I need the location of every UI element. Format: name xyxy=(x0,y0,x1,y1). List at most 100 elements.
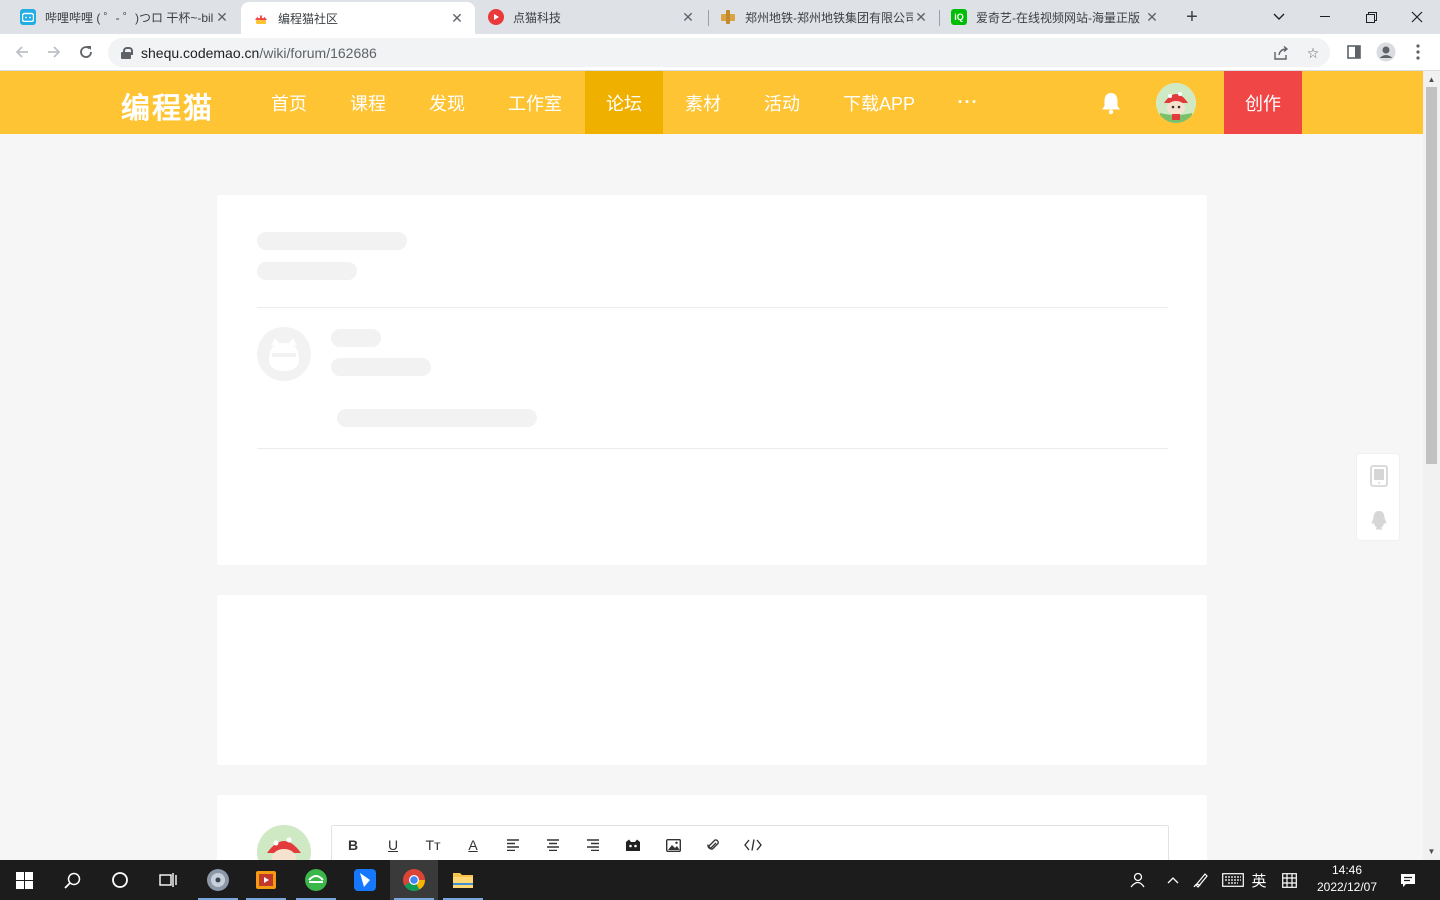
notifications-icon[interactable] xyxy=(1396,860,1420,900)
site-header: 编程猫 首页 课程 发现 工作室 论坛 素材 活动 下载APP ··· xyxy=(0,71,1423,134)
tab-iqiyi[interactable]: iQ 爱奇艺-在线视频网站-海量正版 ✕ xyxy=(939,0,1170,34)
create-button[interactable]: 创作 xyxy=(1224,71,1302,134)
avatar-placeholder-icon xyxy=(257,327,311,381)
content-skeleton xyxy=(337,409,537,427)
divider xyxy=(257,307,1168,308)
browser-toolbar: shequ.codemao.cn/wiki/forum/162686 ☆ xyxy=(0,34,1440,71)
close-tab-icon[interactable]: ✕ xyxy=(214,9,230,25)
chrome-icon xyxy=(403,869,425,891)
system-clock[interactable]: 14:46 2022/12/07 xyxy=(1305,862,1389,898)
tab-bilibili[interactable]: 哔哩哔哩 ( ゜- ゜)つロ 干杯~-bil ✕ xyxy=(8,0,240,34)
nav-courses[interactable]: 课程 xyxy=(329,71,407,134)
bold-button[interactable]: B xyxy=(342,834,364,856)
taskbar-app-chrome[interactable] xyxy=(390,860,438,900)
align-center-icon[interactable] xyxy=(542,834,564,856)
bilibili-icon xyxy=(20,9,36,25)
start-button[interactable] xyxy=(0,860,48,900)
taskbar-app-explorer[interactable] xyxy=(439,860,487,900)
qq-penguin-icon[interactable] xyxy=(1370,510,1388,530)
tablet-icon[interactable] xyxy=(1370,465,1388,487)
share-icon[interactable] xyxy=(1273,45,1289,61)
cat-emoji-icon[interactable] xyxy=(622,834,644,856)
url-text: shequ.codemao.cn/wiki/forum/162686 xyxy=(141,45,377,61)
close-tab-icon[interactable]: ✕ xyxy=(913,9,929,25)
underline-button[interactable]: U xyxy=(382,834,404,856)
new-tab-button[interactable]: + xyxy=(1180,5,1204,29)
address-bar[interactable]: shequ.codemao.cn/wiki/forum/162686 ☆ xyxy=(108,38,1330,67)
font-color-button[interactable]: A xyxy=(462,834,484,856)
people-icon[interactable] xyxy=(1124,860,1150,900)
side-panel-icon[interactable] xyxy=(1342,40,1366,64)
close-tab-icon[interactable]: ✕ xyxy=(680,9,696,25)
nav-studio[interactable]: 工作室 xyxy=(496,71,574,134)
attachment-icon[interactable] xyxy=(702,834,724,856)
nav-activities[interactable]: 活动 xyxy=(743,71,821,134)
bookmark-star-icon[interactable]: ☆ xyxy=(1305,45,1321,61)
image-icon[interactable] xyxy=(662,834,684,856)
replies-card-skeleton xyxy=(217,595,1207,765)
taskbar-app-360[interactable] xyxy=(292,860,340,900)
nav-materials[interactable]: 素材 xyxy=(664,71,742,134)
search-button[interactable] xyxy=(48,860,96,900)
task-view-button[interactable] xyxy=(144,860,192,900)
arrow-right-icon xyxy=(48,46,61,58)
close-window-button[interactable] xyxy=(1394,0,1440,34)
search-icon xyxy=(63,872,80,889)
menu-kebab-icon[interactable] xyxy=(1406,40,1430,64)
align-right-icon[interactable] xyxy=(582,834,604,856)
profile-icon[interactable] xyxy=(1374,40,1398,64)
back-button[interactable] xyxy=(9,39,35,65)
ime-language[interactable]: 英 xyxy=(1248,860,1270,900)
pen-icon[interactable] xyxy=(1190,860,1212,900)
forward-button[interactable] xyxy=(41,39,67,65)
windows-taskbar: 英 14:46 2022/12/07 xyxy=(0,860,1440,900)
chevron-down-icon xyxy=(1273,13,1285,20)
code-icon[interactable] xyxy=(742,834,764,856)
restore-button[interactable] xyxy=(1348,0,1394,34)
tab-title: 点猫科技 xyxy=(513,10,562,25)
cortana-circle-icon xyxy=(112,872,128,888)
user-avatar[interactable] xyxy=(1156,83,1196,123)
diancat-icon xyxy=(488,9,504,25)
rich-text-toolbar: B U Tт A xyxy=(331,825,1169,865)
keyboard-icon[interactable] xyxy=(1220,860,1246,900)
tab-zzmetro[interactable]: 郑州地铁-郑州地铁集团有限公司 ✕ xyxy=(708,0,939,34)
tab-codemao[interactable]: 编程猫社区 ✕ xyxy=(241,2,475,34)
nav-more-icon[interactable]: ··· xyxy=(944,71,992,134)
nav-forum[interactable]: 论坛 xyxy=(585,71,663,134)
nav-download-app[interactable]: 下载APP xyxy=(833,71,925,134)
site-logo[interactable]: 编程猫 xyxy=(121,85,214,127)
bell-icon[interactable] xyxy=(1100,91,1122,115)
feishu-icon xyxy=(354,869,376,891)
taskbar-app-player[interactable] xyxy=(242,860,290,900)
reload-button[interactable] xyxy=(73,39,99,65)
tab-diancat[interactable]: 点猫科技 ✕ xyxy=(476,0,706,34)
ime-mode-icon[interactable] xyxy=(1278,860,1300,900)
floating-side-bar xyxy=(1356,453,1400,541)
taskbar-app-disc[interactable] xyxy=(194,860,242,900)
disc-app-icon xyxy=(207,869,229,891)
media-player-icon xyxy=(256,871,276,889)
close-tab-icon[interactable]: ✕ xyxy=(449,10,465,26)
subtitle-skeleton xyxy=(257,262,357,280)
iqiyi-icon: iQ xyxy=(951,9,967,25)
font-size-button[interactable]: Tт xyxy=(422,834,444,856)
title-skeleton xyxy=(257,232,407,250)
align-left-icon[interactable] xyxy=(502,834,524,856)
tab-search-button[interactable] xyxy=(1256,0,1302,34)
tray-chevron-up-icon[interactable] xyxy=(1162,860,1184,900)
scroll-up-icon[interactable]: ▲ xyxy=(1426,74,1437,84)
nav-discover[interactable]: 发现 xyxy=(408,71,486,134)
scrollbar-thumb[interactable] xyxy=(1426,87,1437,464)
minimize-button[interactable] xyxy=(1302,0,1348,34)
taskbar-app-feishu[interactable] xyxy=(341,860,389,900)
close-tab-icon[interactable]: ✕ xyxy=(1144,9,1160,25)
scroll-down-icon[interactable]: ▼ xyxy=(1426,846,1437,856)
tab-title: 郑州地铁-郑州地铁集团有限公司 xyxy=(745,10,913,25)
clock-time: 14:46 xyxy=(1331,863,1363,877)
clock-date: 2022/12/07 xyxy=(1316,880,1378,894)
cortana-button[interactable] xyxy=(96,860,144,900)
nav-home[interactable]: 首页 xyxy=(250,71,328,134)
codemao-icon xyxy=(253,10,269,26)
url-path: /wiki/forum/162686 xyxy=(259,44,377,61)
